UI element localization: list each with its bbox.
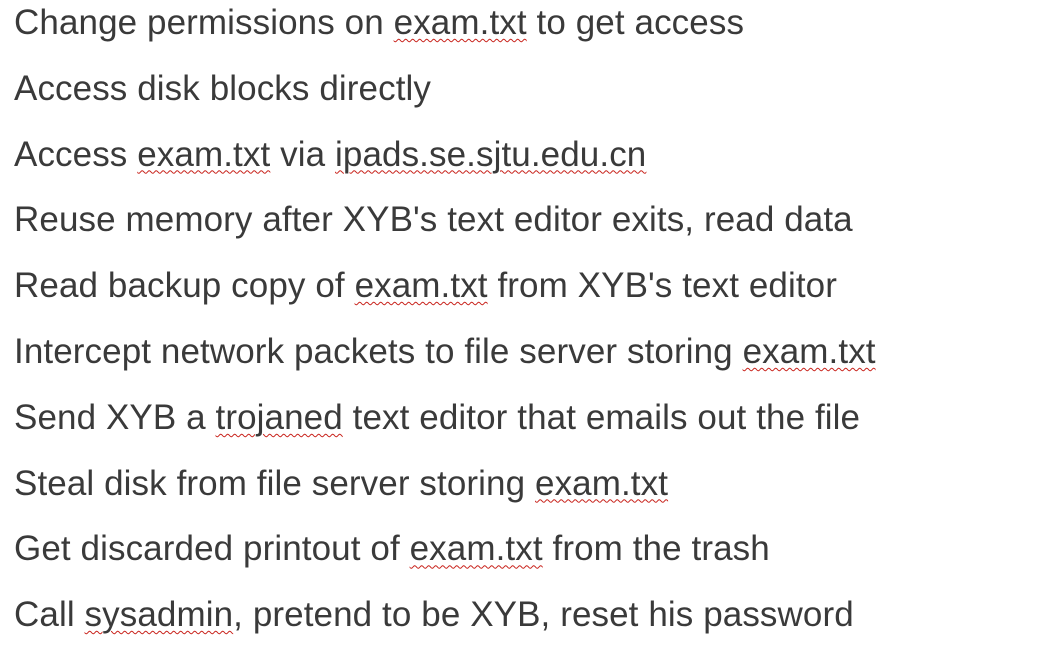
list-item: Change permissions on exam.txt to get ac… <box>14 0 1044 66</box>
misspelled-word: exam.txt <box>535 463 669 503</box>
misspelled-word: trojaned <box>215 397 343 437</box>
text-segment: Access <box>14 134 138 174</box>
list-item: Intercept network packets to file server… <box>14 329 1044 395</box>
list-item: Send XYB a trojaned text editor that ema… <box>14 395 1044 461</box>
list-item: Access disk blocks directly <box>14 66 1044 132</box>
text-segment: from the trash <box>542 529 770 569</box>
misspelled-word: exam.txt <box>409 529 543 569</box>
list-item: Reuse memory after XYB's text editor exi… <box>14 197 1044 263</box>
text-segment: Send XYB a <box>14 397 216 437</box>
text-segment: text editor that emails out the file <box>342 397 861 437</box>
list-item: Call sysadmin, pretend to be XYB, reset … <box>14 592 1044 658</box>
text-segment: Reuse memory after XYB's text editor exi… <box>14 200 853 240</box>
misspelled-word: ipads.se.sjtu.edu.cn <box>335 134 647 174</box>
list-item: Steal disk from file server storing exam… <box>14 461 1044 527</box>
text-segment: from XYB's text editor <box>487 266 838 306</box>
text-segment: Get discarded printout of <box>14 529 410 569</box>
text-segment: Read backup copy of <box>14 266 355 306</box>
attack-list: Change permissions on exam.txt to get ac… <box>14 0 1044 658</box>
misspelled-word: sysadmin <box>84 595 234 635</box>
text-segment: via <box>270 134 335 174</box>
misspelled-word: exam.txt <box>137 134 271 174</box>
misspelled-word: exam.txt <box>354 266 488 306</box>
list-item: Access exam.txt via ipads.se.sjtu.edu.cn <box>14 132 1044 198</box>
misspelled-word: exam.txt <box>742 331 876 371</box>
text-segment: Intercept network packets to file server… <box>14 331 743 371</box>
text-segment: Change permissions on <box>14 3 394 42</box>
text-segment: Steal disk from file server storing <box>14 463 535 503</box>
misspelled-word: exam.txt <box>393 3 527 42</box>
text-segment: to get access <box>526 3 745 42</box>
list-item: Read backup copy of exam.txt from XYB's … <box>14 263 1044 329</box>
text-segment: Access disk blocks directly <box>14 68 431 108</box>
text-segment: , pretend to be XYB, reset his password <box>233 595 854 635</box>
text-segment: Call <box>14 595 85 635</box>
list-item: Get discarded printout of exam.txt from … <box>14 526 1044 592</box>
